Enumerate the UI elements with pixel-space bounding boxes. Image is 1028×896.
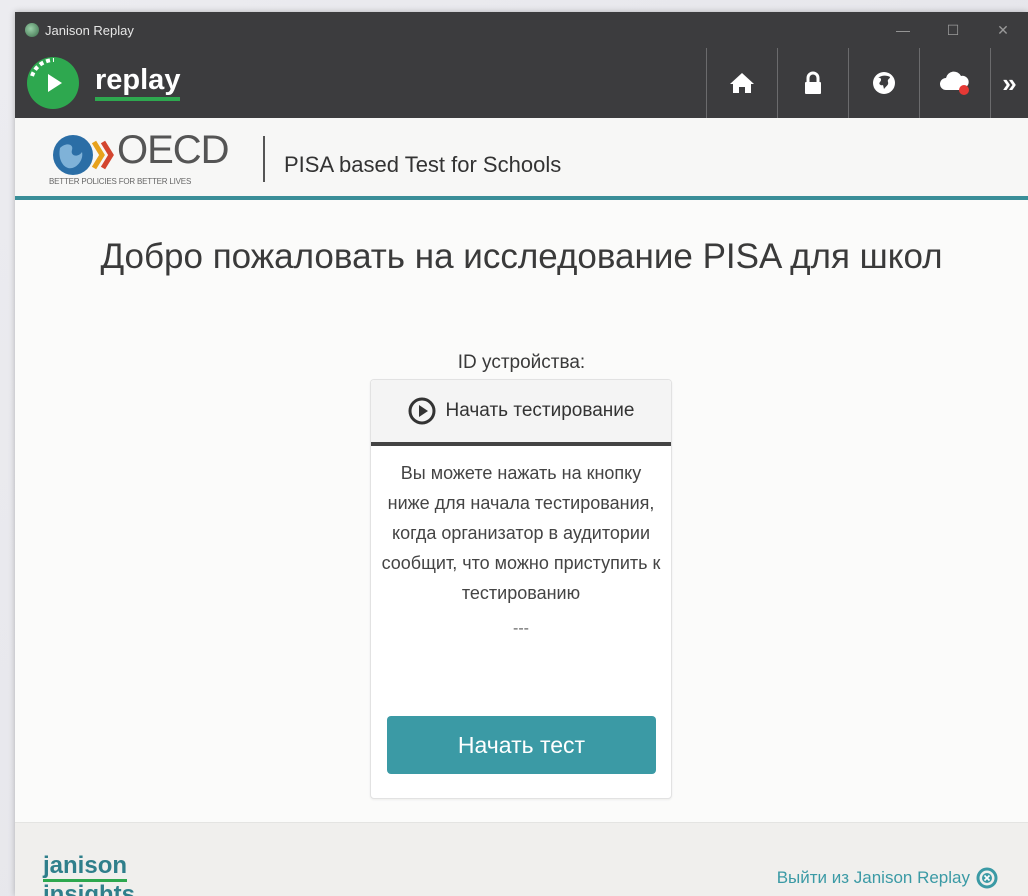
cloud-icon [940, 71, 969, 95]
banner-divider [263, 136, 265, 182]
more-icon: » [1002, 67, 1017, 98]
replay-logo-icon [27, 57, 79, 109]
device-id-label: ID устройства: [457, 352, 586, 373]
janison-logo-line2: insights [43, 881, 136, 896]
janison-logo-line1: janison [43, 853, 128, 882]
more-button[interactable]: » [990, 48, 1028, 118]
card-header: Начать тестирование [371, 380, 671, 446]
play-circle-icon [408, 397, 436, 425]
start-test-button[interactable]: Начать тест [387, 716, 656, 774]
home-icon [730, 73, 754, 93]
minimize-button[interactable]: — [878, 12, 928, 48]
header-toolbar: » [706, 48, 1028, 118]
oecd-tagline: BETTER POLICIES FOR BETTER LIVES [49, 177, 192, 186]
lock-button[interactable] [777, 48, 848, 118]
window-controls: — ☐ ✕ [878, 12, 1028, 48]
globe-button[interactable] [848, 48, 919, 118]
card-separator-text: --- [513, 620, 529, 637]
card-header-label: Начать тестирование [445, 400, 635, 421]
close-button[interactable]: ✕ [978, 12, 1028, 48]
title-bar: Janison Replay — ☐ ✕ [15, 12, 1028, 48]
start-test-card: Начать тестирование Вы можете нажать на … [370, 379, 672, 799]
lock-icon [805, 71, 821, 94]
maximize-button[interactable]: ☐ [928, 12, 978, 48]
banner-subtitle: PISA based Test for Schools [284, 152, 562, 177]
replay-logo-text: replay [95, 65, 181, 101]
footer: janison insights Выйти из Janison Replay [15, 822, 1028, 896]
app-window: Janison Replay — ☐ ✕ replay » OECD BETTE… [15, 12, 1028, 896]
app-header: replay » [15, 48, 1028, 118]
janison-insights-logo: janison insights [43, 853, 135, 896]
home-button[interactable] [706, 48, 777, 118]
exit-link-label: Выйти из Janison Replay [776, 868, 970, 887]
window-title: Janison Replay [45, 22, 134, 38]
page-title: Добро пожаловать на исследование PISA дл… [100, 237, 943, 276]
globe-icon [873, 72, 895, 94]
oecd-wordmark: OECD [117, 128, 230, 172]
exit-replay-link[interactable]: Выйти из Janison Replay [777, 867, 998, 889]
oecd-banner: OECD BETTER POLICIES FOR BETTER LIVES PI… [15, 118, 1028, 200]
card-instructions: Вы можете нажать на кнопку ниже для нача… [381, 463, 661, 603]
close-circle-icon [976, 867, 998, 889]
cloud-sync-button[interactable] [919, 48, 990, 118]
app-icon [25, 23, 39, 37]
replay-arc-icon [30, 57, 62, 92]
